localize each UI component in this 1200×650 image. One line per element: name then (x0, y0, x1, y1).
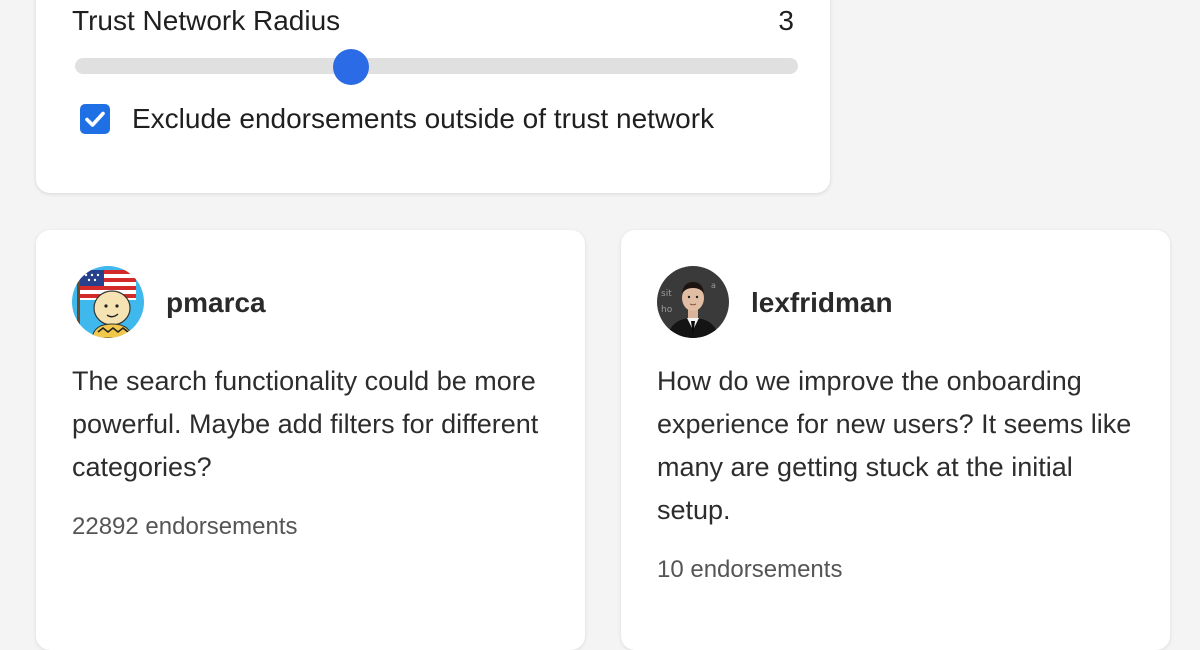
svg-text:sit: sit (661, 289, 672, 299)
exclude-outside-label: Exclude endorsements outside of trust ne… (132, 103, 715, 134)
trust-radius-value: 3 (778, 5, 794, 36)
person-photo-avatar-icon: sit ho a (657, 266, 729, 338)
avatar[interactable]: sit ho a (657, 266, 729, 338)
avatar[interactable] (72, 266, 144, 338)
endorsement-count: 10 endorsements (657, 556, 843, 583)
exclude-outside-checkbox[interactable] (80, 104, 110, 134)
trust-radius-slider-thumb[interactable] (332, 49, 369, 85)
svg-text:ho: ho (661, 305, 673, 315)
post-card: pmarca The search functionality could be… (36, 230, 585, 650)
trust-radius-slider-track[interactable] (75, 58, 798, 74)
cartoon-flag-avatar-icon (72, 266, 144, 338)
svg-text:a: a (711, 281, 716, 290)
trust-radius-label: Trust Network Radius (72, 5, 341, 36)
post-username[interactable]: pmarca (166, 286, 266, 320)
checkmark-icon (85, 111, 105, 127)
post-card: sit ho a lexfridman How do we improve th… (621, 230, 1170, 650)
post-username[interactable]: lexfridman (751, 286, 893, 320)
post-text: The search functionality could be more p… (72, 366, 539, 482)
endorsement-count: 22892 endorsements (72, 513, 298, 540)
post-text: How do we improve the onboarding experie… (657, 366, 1132, 525)
